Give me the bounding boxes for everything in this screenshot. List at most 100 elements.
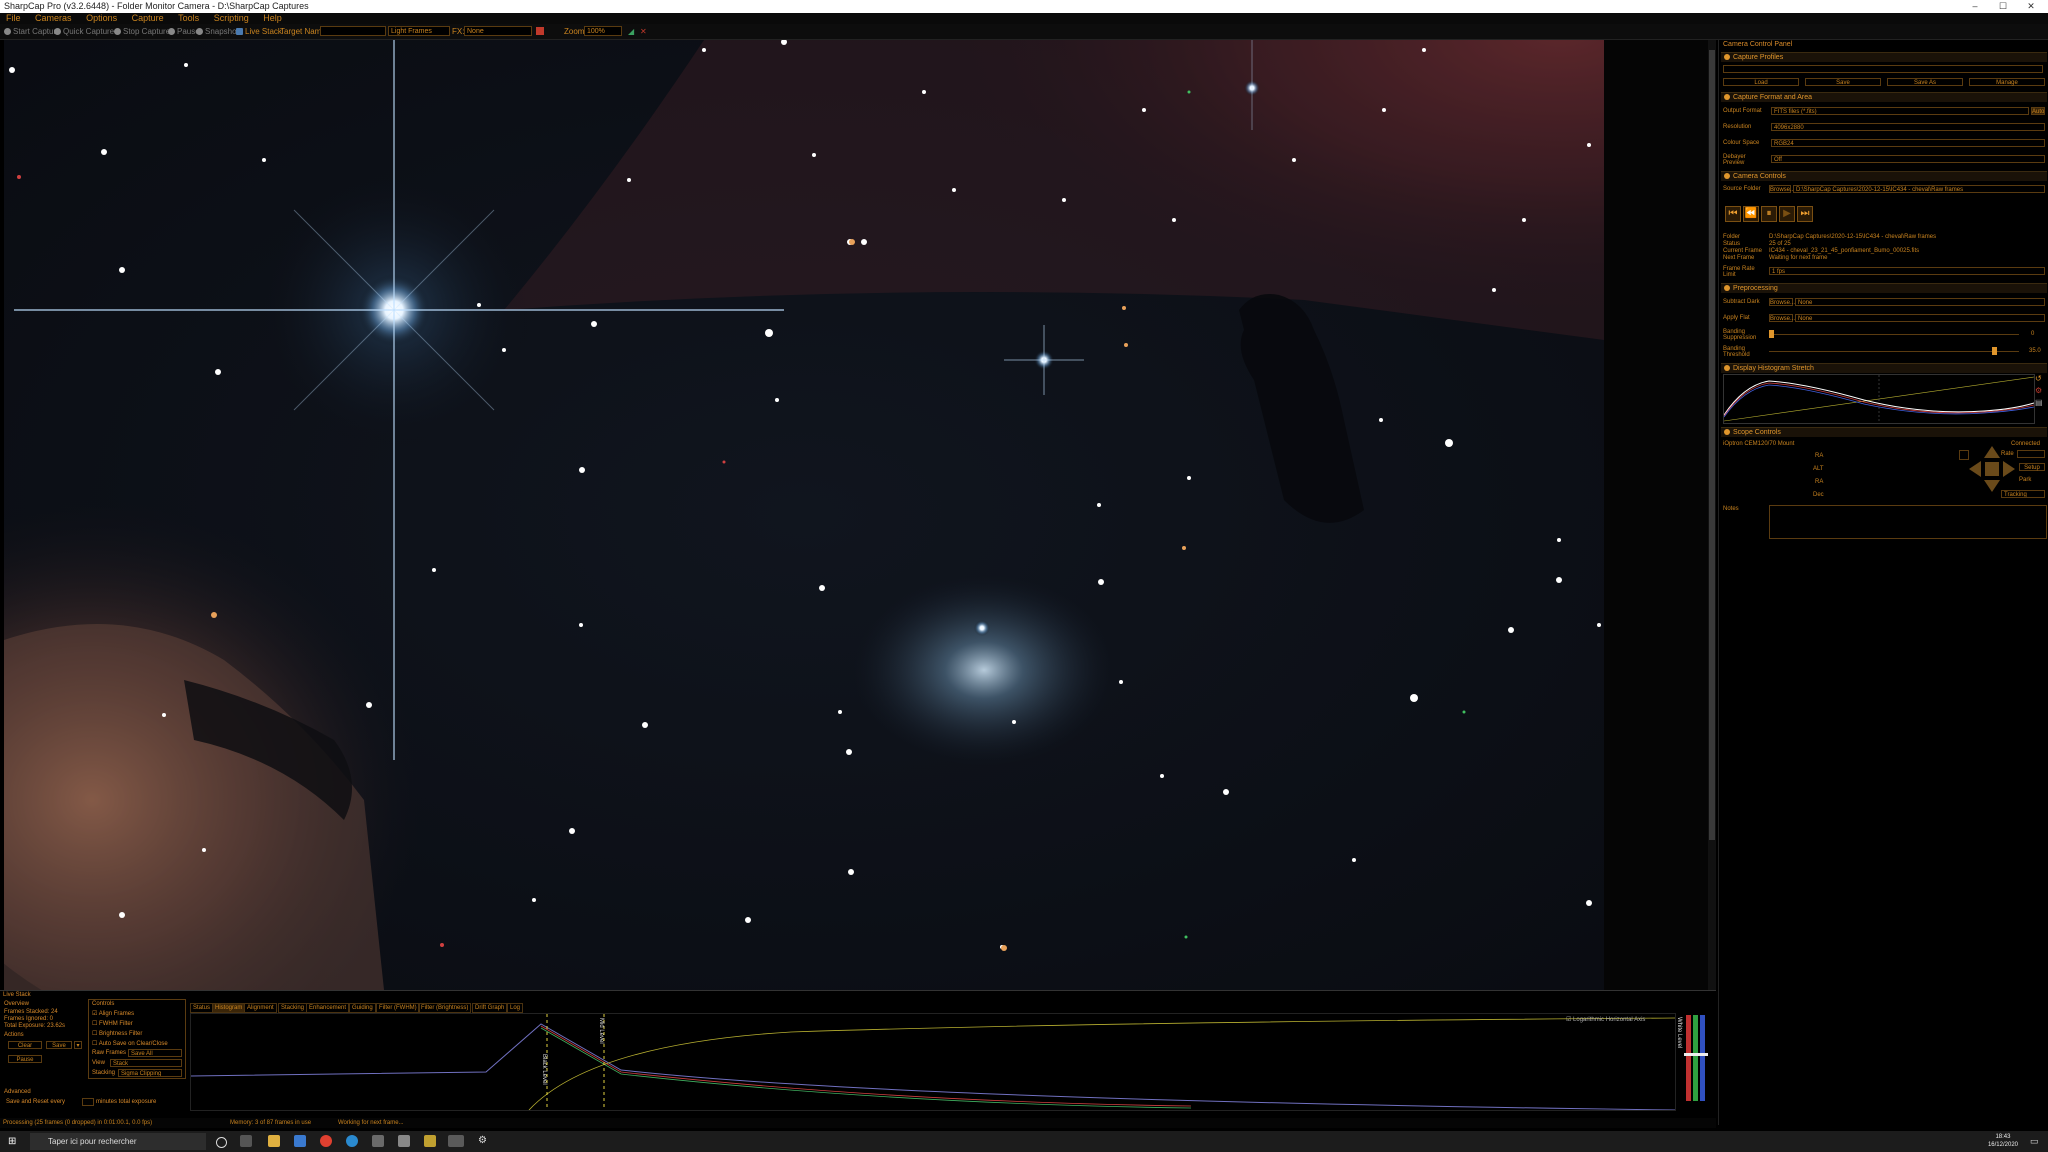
target-name-input[interactable] [320,26,386,36]
play-button[interactable]: ▶ [1779,206,1795,222]
task-view-icon[interactable] [240,1135,252,1147]
tab-stacking[interactable]: Stacking [278,1003,308,1013]
align-frames-checkbox[interactable]: ☑ Align Frames [92,1010,134,1017]
capture-format-header[interactable]: Capture Format and Area [1721,92,2047,102]
profile-select[interactable] [1723,65,2043,73]
menu-cameras[interactable]: Cameras [35,13,72,24]
capture-profiles-header[interactable]: Capture Profiles [1721,52,2047,62]
green-level-slider[interactable] [1693,1015,1698,1101]
banding-threshold-thumb[interactable] [1992,347,1997,355]
browse-folder-button[interactable]: Browse... [1769,185,1795,193]
taskbar-clock[interactable]: 18:43 16/12/2020 [1988,1133,2018,1149]
save-reset-checkbox[interactable]: Save and Reset every [6,1099,65,1105]
menu-tools[interactable]: Tools [178,13,199,24]
menu-scripting[interactable]: Scripting [214,13,249,24]
tab-enhancement[interactable]: Enhancement [306,1003,350,1013]
fx-select[interactable]: None [464,26,532,36]
black-level-marker[interactable]: Black Level [541,1054,547,1085]
rgb-level-sliders[interactable]: White Level [1676,1013,1712,1109]
save-as-profile-button[interactable]: Save As [1887,78,1963,86]
histogram-settings-icon[interactable]: ▤ [2035,398,2045,408]
sharpcap-taskbar-icon[interactable] [448,1135,464,1147]
fwhm-filter-checkbox[interactable]: ☐ FWHM Filter [92,1020,133,1027]
minimize-button[interactable]: – [1960,0,1990,13]
autosave-checkbox[interactable]: ☐ Auto Save on Clear/Close [92,1040,168,1047]
save-reset-minutes[interactable] [82,1098,94,1106]
edge-icon[interactable] [346,1135,358,1147]
cortana-icon[interactable] [216,1137,227,1148]
last-frame-button[interactable]: ⏭ [1797,206,1813,222]
chrome-icon[interactable] [320,1135,332,1147]
quick-capture-button[interactable]: Quick Capture [54,26,114,37]
tab-alignment[interactable]: Alignment [244,1003,277,1013]
apply-flat-select[interactable]: None [1795,314,2045,322]
live-stack-button[interactable]: Live Stack [236,26,282,37]
tab-histogram[interactable]: Histogram [212,1003,246,1013]
tab-guiding[interactable]: Guiding [349,1003,376,1013]
menu-capture[interactable]: Capture [132,13,164,24]
raw-frames-select[interactable]: Save All [128,1049,182,1057]
load-profile-button[interactable]: Load [1723,78,1799,86]
save-options-button[interactable]: ▾ [74,1041,82,1049]
app-icon-1[interactable] [372,1135,384,1147]
frame-type-select[interactable]: Light Frames [388,26,450,36]
park-checkbox[interactable]: Park [2019,477,2031,483]
frame-rate-select[interactable]: 1 fps [1769,267,2045,275]
colour-space-select[interactable]: RGB24 [1771,139,2045,147]
preprocessing-header[interactable]: Preprocessing [1721,283,2047,293]
save-profile-button[interactable]: Save [1805,78,1881,86]
tab-filter-brightness[interactable]: Filter (Brightness) [418,1003,472,1013]
auto-button[interactable]: Auto [2031,107,2045,115]
mid-level-marker[interactable]: Mid Level [598,1018,604,1044]
close-button[interactable]: ✕ [2016,0,2046,13]
file-explorer-icon[interactable] [268,1135,280,1147]
mail-icon[interactable] [294,1135,306,1147]
stacking-select[interactable]: Sigma Clipping [118,1069,182,1077]
menu-options[interactable]: Options [86,13,117,24]
image-viewer[interactable] [4,40,1604,990]
rate-select[interactable] [2017,450,2045,458]
viewer-scrollbar[interactable] [1708,40,1716,1000]
scrollbar-thumb[interactable] [1709,50,1715,840]
snapshot-button[interactable]: Snapshot [196,26,239,37]
pause-playback-button[interactable]: ⏸ [1761,206,1777,222]
taskbar-search-input[interactable]: Taper ici pour rechercher [30,1133,206,1150]
menu-help[interactable]: Help [263,13,282,24]
view-select[interactable]: Stack [110,1059,182,1067]
clear-stack-button[interactable]: Clear [8,1041,42,1049]
stack-histogram-graph[interactable]: Black Level Mid Level ☑ Logarithmic Hori… [190,1013,1676,1111]
tab-log[interactable]: Log [507,1003,524,1013]
rewind-button[interactable]: ⏪ [1743,206,1759,222]
start-capture-button[interactable]: Start Capture [4,26,61,37]
histogram-stretch-graph[interactable] [1723,374,2035,424]
notes-textarea[interactable] [1769,505,2047,539]
manage-profile-button[interactable]: Manage [1969,78,2045,86]
pause-stack-button[interactable]: Pause [8,1055,42,1063]
blue-level-slider[interactable] [1700,1015,1705,1101]
tab-drift-graph[interactable]: Drift Graph [472,1003,508,1013]
histogram-auto-icon[interactable]: ⚙ [2035,386,2045,396]
save-stack-button[interactable]: Save [46,1041,72,1049]
zoom-fit-icon[interactable]: ◢ [628,26,634,37]
banding-suppression-thumb[interactable] [1769,330,1774,338]
histogram-stretch-header[interactable]: Display Histogram Stretch [1721,363,2047,373]
red-level-slider[interactable] [1686,1015,1691,1101]
camera-controls-header[interactable]: Camera Controls [1721,171,2047,181]
maximize-button[interactable]: ☐ [1988,0,2018,13]
banding-threshold-slider[interactable] [1769,351,2019,352]
tab-status[interactable]: Status [190,1003,214,1013]
brightness-filter-checkbox[interactable]: ☐ Brightness Filter [92,1030,142,1037]
debayer-preview-select[interactable]: Off [1771,155,2045,163]
banding-suppression-slider[interactable] [1769,334,2019,335]
notification-icon[interactable]: ▭ [2030,1136,2042,1147]
tracking-select[interactable]: Tracking [2001,490,2045,498]
scope-stop-button[interactable] [1959,450,1969,460]
browse-dark-button[interactable]: Browse... [1769,298,1795,306]
first-frame-button[interactable]: ⏮ [1725,206,1741,222]
menu-file[interactable]: File [6,13,21,24]
app-icon-2[interactable] [398,1135,410,1147]
settings-gear-icon[interactable]: ⚙ [478,1135,490,1147]
output-format-select[interactable]: FITS files (*.fits) [1771,107,2029,115]
histogram-reset-icon[interactable]: ↺ [2035,374,2045,384]
tab-filter-fwhm[interactable]: Filter (FWHM) [376,1003,420,1013]
